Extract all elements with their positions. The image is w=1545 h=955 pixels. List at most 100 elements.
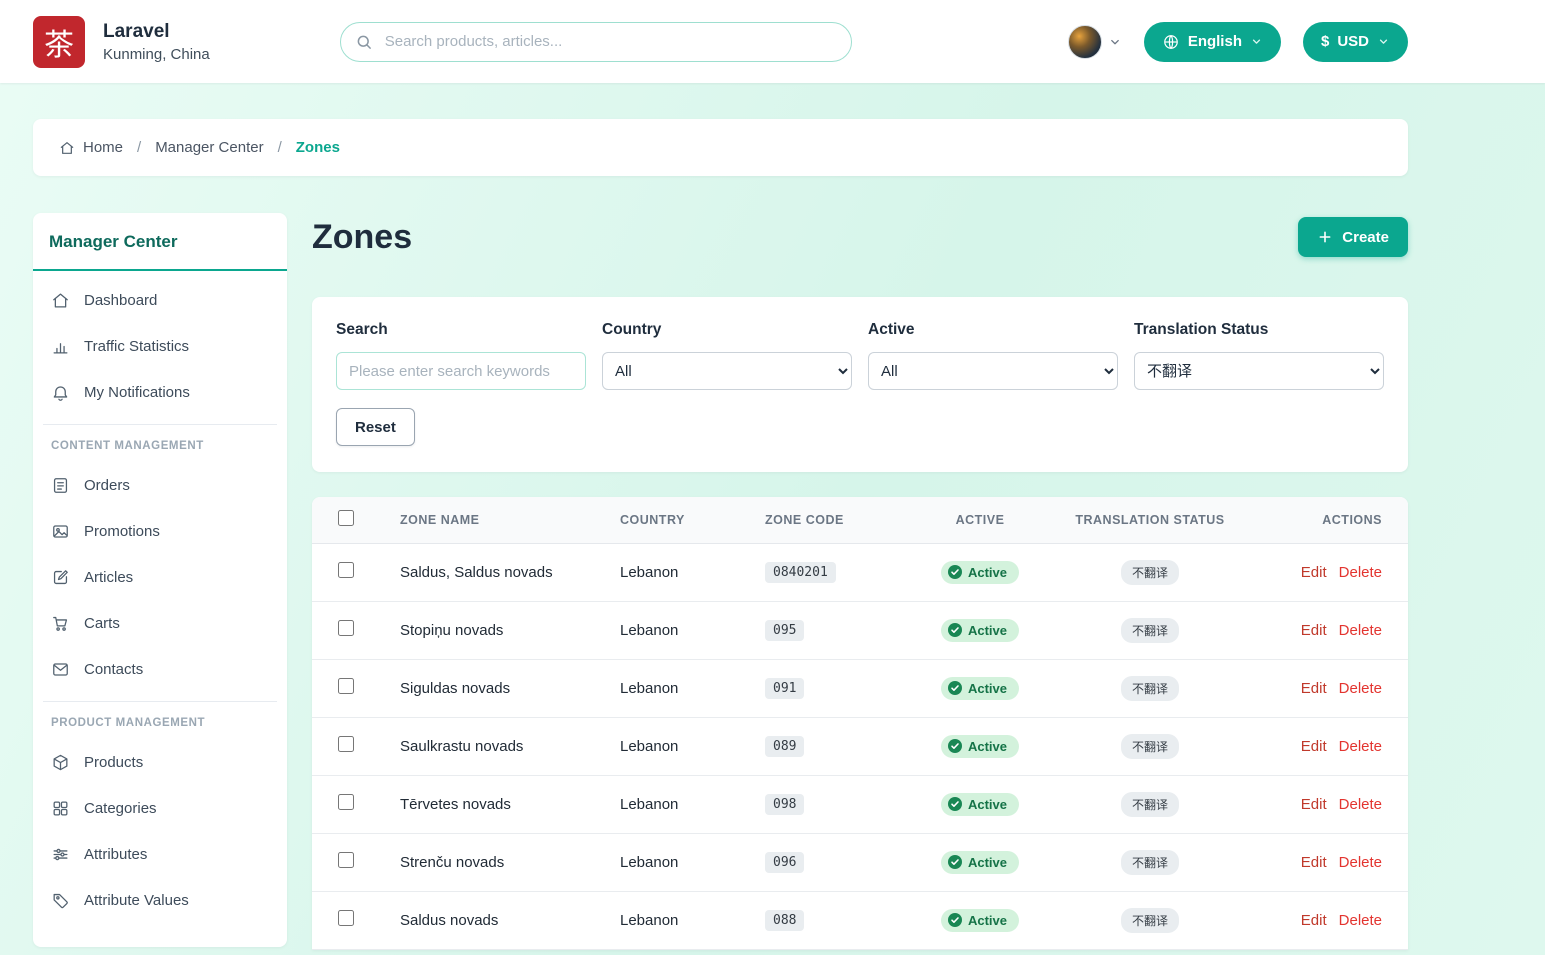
status-badge: Active xyxy=(941,561,1019,584)
breadcrumb-separator: / xyxy=(278,139,282,156)
zone-code-badge: 089 xyxy=(765,736,804,757)
delete-link[interactable]: Delete xyxy=(1339,564,1382,581)
row-checkbox[interactable] xyxy=(338,852,354,868)
sidebar-item-label: Orders xyxy=(84,477,130,494)
table-row-t-rvetes-novads: Tērvetes novads Lebanon 098 Active 不翻译 xyxy=(312,775,1408,833)
row-checkbox[interactable] xyxy=(338,620,354,636)
header-actions: English $ USD xyxy=(1068,22,1408,62)
translation-select[interactable]: 不翻译 xyxy=(1134,352,1384,390)
avatar[interactable] xyxy=(1068,25,1102,59)
articles-icon xyxy=(51,568,70,587)
sidebar-item-label: Contacts xyxy=(84,661,143,678)
check-circle-icon xyxy=(948,681,962,695)
sidebar-item-orders[interactable]: Orders xyxy=(41,462,279,508)
edit-link[interactable]: Edit xyxy=(1301,622,1327,639)
sidebar-item-articles[interactable]: Articles xyxy=(41,554,279,600)
zone-code-badge: 0840201 xyxy=(765,562,836,583)
orders-icon xyxy=(51,476,70,495)
status-badge: Active xyxy=(941,851,1019,874)
sidebar-item-traffic-statistics[interactable]: Traffic Statistics xyxy=(41,323,279,369)
sidebar-item-promotions[interactable]: Promotions xyxy=(41,508,279,554)
sidebar-item-label: Traffic Statistics xyxy=(84,338,189,355)
delete-link[interactable]: Delete xyxy=(1339,912,1382,929)
currency-button[interactable]: $ USD xyxy=(1303,22,1408,62)
breadcrumb: Home / Manager Center / Zones xyxy=(33,119,1408,176)
top-bar: 茶 Laravel Kunming, China English $ xyxy=(0,0,1545,83)
sidebar-item-attribute-values[interactable]: Attribute Values xyxy=(41,877,279,923)
check-circle-icon xyxy=(948,913,962,927)
attributes-icon xyxy=(51,845,70,864)
breadcrumb-home[interactable]: Home xyxy=(59,139,123,156)
edit-link[interactable]: Edit xyxy=(1301,564,1327,581)
delete-link[interactable]: Delete xyxy=(1339,796,1382,813)
zone-name-cell: Saldus, Saldus novads xyxy=(390,543,610,601)
sidebar-item-my-notifications[interactable]: My Notifications xyxy=(41,369,279,415)
home-icon xyxy=(59,140,75,156)
sidebar-item-carts[interactable]: Carts xyxy=(41,600,279,646)
sidebar-item-label: Attribute Values xyxy=(84,892,189,909)
breadcrumb-manager-center[interactable]: Manager Center xyxy=(155,139,263,156)
tag-icon xyxy=(51,891,70,910)
filter-country: Country All xyxy=(602,321,852,446)
translation-badge: 不翻译 xyxy=(1121,908,1179,933)
sidebar-title: Manager Center xyxy=(33,213,287,271)
sidebar-item-attributes[interactable]: Attributes xyxy=(41,831,279,877)
zone-name-cell: Strenču novads xyxy=(390,833,610,891)
app-logo[interactable]: 茶 xyxy=(33,16,85,68)
delete-link[interactable]: Delete xyxy=(1339,854,1382,871)
create-button[interactable]: Create xyxy=(1298,217,1408,257)
row-checkbox[interactable] xyxy=(338,794,354,810)
country-select[interactable]: All xyxy=(602,352,852,390)
delete-link[interactable]: Delete xyxy=(1339,738,1382,755)
categories-icon xyxy=(51,799,70,818)
currency-symbol: $ xyxy=(1321,33,1329,50)
actions-cell: Edit Delete xyxy=(1245,659,1408,717)
currency-label: USD xyxy=(1337,33,1369,50)
edit-link[interactable]: Edit xyxy=(1301,912,1327,929)
translation-badge: 不翻译 xyxy=(1121,618,1179,643)
table-row-siguldas-novads: Siguldas novads Lebanon 091 Active 不翻译 xyxy=(312,659,1408,717)
filter-search-input[interactable] xyxy=(336,352,586,390)
edit-link[interactable]: Edit xyxy=(1301,854,1327,871)
global-search-input[interactable] xyxy=(340,22,852,62)
column-zone-name: ZONE NAME xyxy=(390,497,610,543)
content-area: Manager Center Dashboard Traffic Statist… xyxy=(33,213,1408,950)
active-select[interactable]: All xyxy=(868,352,1118,390)
zone-name-cell: Siguldas novads xyxy=(390,659,610,717)
delete-link[interactable]: Delete xyxy=(1339,622,1382,639)
zone-name-cell: Tērvetes novads xyxy=(390,775,610,833)
row-checkbox[interactable] xyxy=(338,910,354,926)
sidebar-item-categories[interactable]: Categories xyxy=(41,785,279,831)
sidebar-item-label: Products xyxy=(84,754,143,771)
sidebar-item-dashboard[interactable]: Dashboard xyxy=(41,277,279,323)
sidebar-item-label: Promotions xyxy=(84,523,160,540)
sidebar-item-label: Dashboard xyxy=(84,292,157,309)
sidebar-item-label: My Notifications xyxy=(84,384,190,401)
row-checkbox[interactable] xyxy=(338,736,354,752)
translation-badge: 不翻译 xyxy=(1121,850,1179,875)
sidebar-item-contacts[interactable]: Contacts xyxy=(41,646,279,692)
edit-link[interactable]: Edit xyxy=(1301,796,1327,813)
row-checkbox[interactable] xyxy=(338,678,354,694)
delete-link[interactable]: Delete xyxy=(1339,680,1382,697)
country-cell: Lebanon xyxy=(610,659,755,717)
country-cell: Lebanon xyxy=(610,601,755,659)
status-badge-label: Active xyxy=(968,739,1007,754)
user-menu[interactable] xyxy=(1068,25,1122,59)
filter-search: Search Reset xyxy=(336,321,586,446)
zone-name-cell: Stopiņu novads xyxy=(390,601,610,659)
edit-link[interactable]: Edit xyxy=(1301,680,1327,697)
filter-translation: Translation Status 不翻译 xyxy=(1134,321,1384,446)
zone-code-badge: 091 xyxy=(765,678,804,699)
sidebar-item-label: Attributes xyxy=(84,846,147,863)
chevron-down-icon xyxy=(1377,35,1390,48)
filter-panel: Search Reset Country All Active All xyxy=(312,297,1408,472)
chevron-down-icon xyxy=(1108,35,1122,49)
edit-link[interactable]: Edit xyxy=(1301,738,1327,755)
reset-button[interactable]: Reset xyxy=(336,408,415,446)
language-button[interactable]: English xyxy=(1144,22,1281,62)
status-badge: Active xyxy=(941,793,1019,816)
select-all-checkbox[interactable] xyxy=(338,510,354,526)
sidebar-item-products[interactable]: Products xyxy=(41,739,279,785)
row-checkbox[interactable] xyxy=(338,562,354,578)
